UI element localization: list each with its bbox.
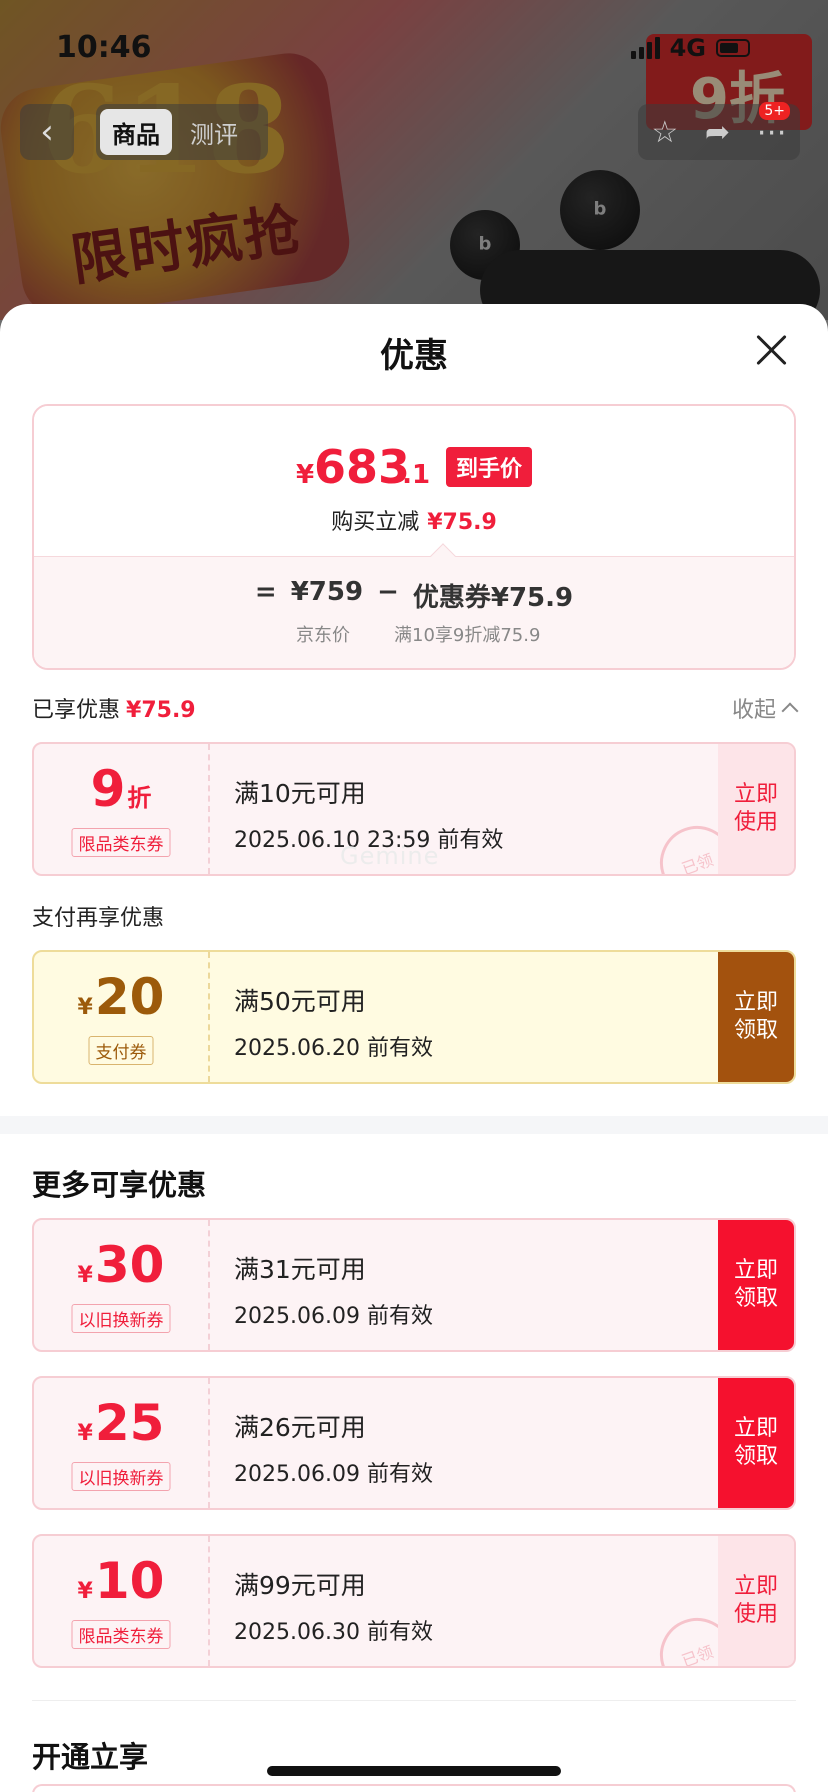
instant-discount: 购买立减 ¥75.9 <box>331 510 497 535</box>
coupon-card: ¥30 以旧换新券 满31元可用 2025.06.09 前有效 立即领取 <box>32 1218 796 1352</box>
coupon-deduction: 优惠券¥75.9 <box>412 583 574 613</box>
more-discounts-title: 更多可享优惠 <box>32 1168 207 1202</box>
tab-product[interactable]: 商品 <box>100 109 172 155</box>
share-icon[interactable]: ➦ <box>705 115 730 150</box>
status-bar: 10:46 4G <box>0 0 828 90</box>
jd-price-label: 京东价 <box>296 625 350 646</box>
use-now-button[interactable]: 立即使用 <box>718 744 794 874</box>
membership-title: 开通立享 <box>32 1740 149 1774</box>
coupon-condition: 满99元可用 <box>234 1571 366 1600</box>
coupon-expiry: 2025.06.09 前有效 <box>234 1304 433 1329</box>
status-time: 10:46 <box>56 30 152 65</box>
use-now-button[interactable]: 立即使用 <box>718 1536 794 1666</box>
claim-button[interactable]: 立即领取 <box>718 1220 794 1350</box>
enjoyed-row: 已享优惠 ¥75.9 收起 <box>32 692 799 724</box>
claim-button[interactable]: 立即领取 <box>718 952 794 1082</box>
star-icon[interactable]: ☆ <box>651 115 678 150</box>
discount-sheet: 优惠 ¥683.1 到手价 购买立减 ¥75.9 = ¥759 − 优惠券¥75.… <box>0 304 828 1792</box>
signal-icon <box>630 37 660 59</box>
coupon-condition: 满31元可用 <box>234 1255 366 1284</box>
coupon-card: ¥10 限品类东券 满99元可用 2025.06.30 前有效 已领 立即使用 <box>32 1534 796 1668</box>
coupon-type: 限品类东券 <box>71 1620 171 1649</box>
price-formula: = ¥759 − 优惠券¥75.9 京东价 满10享9折减75.9 <box>34 543 794 668</box>
coupon-expiry: 2025.06.09 前有效 <box>234 1462 433 1487</box>
jd-price: ¥759 <box>290 577 364 607</box>
collapse-button[interactable]: 收起 <box>732 692 799 724</box>
top-nav: ‹ 商品 测评 ☆ ➦ ⋯ 5+ <box>0 102 828 162</box>
final-price-tag: 到手价 <box>446 447 533 487</box>
nav-tabs: 商品 测评 <box>96 104 268 160</box>
nav-actions: ☆ ➦ ⋯ 5+ <box>638 102 800 160</box>
coupon-expiry: 2025.06.20 前有效 <box>234 1036 433 1061</box>
network-type: 4G <box>669 34 706 62</box>
close-icon[interactable] <box>754 332 790 368</box>
coupon-type: 限品类东券 <box>71 828 171 857</box>
coupon-expiry: 2025.06.30 前有效 <box>234 1620 433 1645</box>
coupon-card: ¥20 支付券 满50元可用 2025.06.20 前有效 立即领取 <box>32 950 796 1084</box>
coupon-type: 以旧换新券 <box>71 1304 171 1333</box>
final-price: ¥683.1 到手价 <box>34 440 794 494</box>
coupon-desc-label: 满10享9折减75.9 <box>394 625 541 646</box>
chevron-left-icon: ‹ <box>40 112 54 152</box>
coupon-condition: 满26元可用 <box>234 1413 366 1442</box>
watermark: Gemine <box>340 842 440 870</box>
home-indicator[interactable] <box>267 1766 561 1776</box>
section-divider <box>0 1116 828 1134</box>
sheet-title: 优惠 <box>380 336 448 376</box>
coupon-condition: 满50元可用 <box>234 987 366 1016</box>
pay-section: 支付再享优惠 <box>32 906 165 931</box>
membership-card-peek <box>32 1784 796 1792</box>
battery-icon <box>716 39 750 57</box>
price-summary-card: ¥683.1 到手价 购买立减 ¥75.9 = ¥759 − 优惠券¥75.9 京… <box>32 404 796 670</box>
coupon-condition: 满10元可用 <box>234 779 366 808</box>
tab-reviews[interactable]: 测评 <box>178 109 250 155</box>
coupon-type: 支付券 <box>88 1036 154 1065</box>
back-button[interactable]: ‹ <box>20 104 74 160</box>
coupon-type: 以旧换新券 <box>71 1462 171 1491</box>
chevron-up-icon <box>781 702 799 720</box>
divider <box>32 1700 796 1701</box>
coupon-card: ¥25 以旧换新券 满26元可用 2025.06.09 前有效 立即领取 <box>32 1376 796 1510</box>
notification-badge: 5+ <box>759 102 790 120</box>
claim-button[interactable]: 立即领取 <box>718 1378 794 1508</box>
